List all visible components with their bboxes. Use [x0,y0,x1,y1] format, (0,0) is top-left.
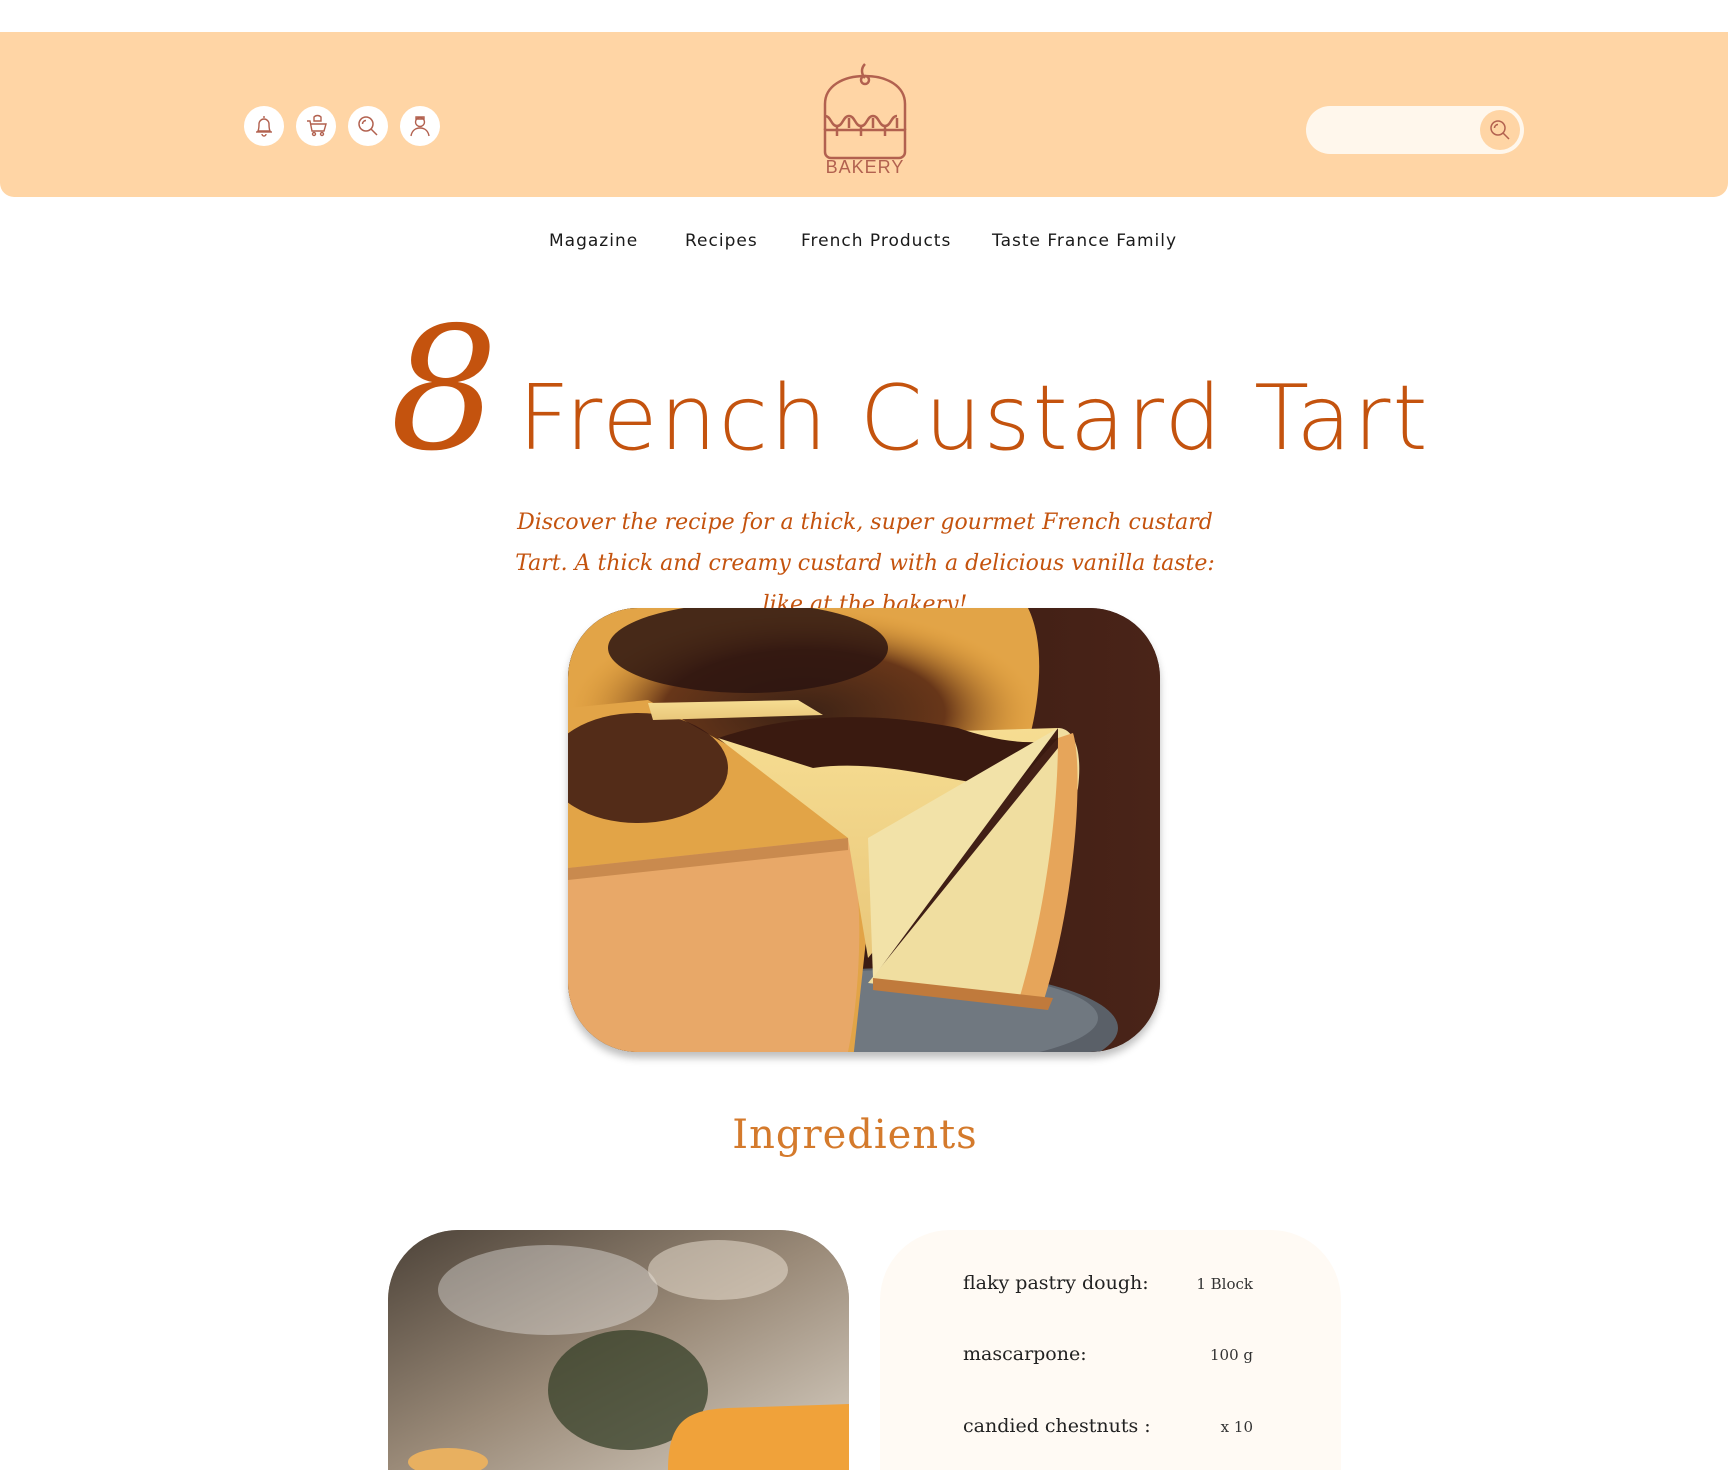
cart-icon[interactable] [296,106,336,146]
nav-recipes[interactable]: Recipes [685,231,758,251]
ingredients-list: flaky pastry dough: 1 Block mascarpone: … [880,1230,1341,1470]
logo-text: BAKERY [825,157,905,177]
ingredient-qty: x 10 [1220,1418,1253,1436]
cake-logo-icon [823,63,907,160]
ingredient-name: candied chestnuts : [963,1415,1151,1437]
ingredient-qty: 1 Block [1196,1275,1253,1293]
search-input[interactable] [1322,116,1472,144]
nav-magazine[interactable]: Magazine [549,231,638,251]
ingredient-qty: 100 g [1209,1346,1253,1364]
search-button-icon [1490,120,1510,140]
bakery-logo[interactable]: BAKERY [815,42,915,192]
bell-icon[interactable] [244,106,284,146]
ingredient-name: flaky pastry dough: [963,1272,1149,1294]
ingredient-name: mascarpone: [963,1343,1087,1365]
main-nav: Magazine Recipes French Products Taste F… [0,231,1728,261]
list-item: candied chestnuts : x 10 [963,1415,1253,1445]
recipe-subtitle: Discover the recipe for a thick, super g… [515,510,1215,617]
recipe-title-text: French Custard Tart [518,366,1430,471]
recipe-title: 8 French Custard Tart [390,291,1428,489]
site-header: BAKERY [0,32,1728,197]
custard-tart-photo [568,608,1160,1052]
recipe-number: 8 [390,291,499,489]
list-item: mascarpone: 100 g [963,1343,1253,1373]
list-item: flaky pastry dough: 1 Block [963,1272,1253,1302]
user-icon[interactable] [400,106,440,146]
nav-taste-france-family[interactable]: Taste France Family [992,231,1177,251]
header-search [1306,106,1524,154]
ingredients-title: Ingredients [732,1112,978,1158]
header-icon-row [244,106,440,146]
search-icon[interactable] [348,106,388,146]
nav-french-products[interactable]: French Products [801,231,951,251]
ingredient-photo [388,1230,849,1470]
search-button[interactable] [1480,110,1520,150]
